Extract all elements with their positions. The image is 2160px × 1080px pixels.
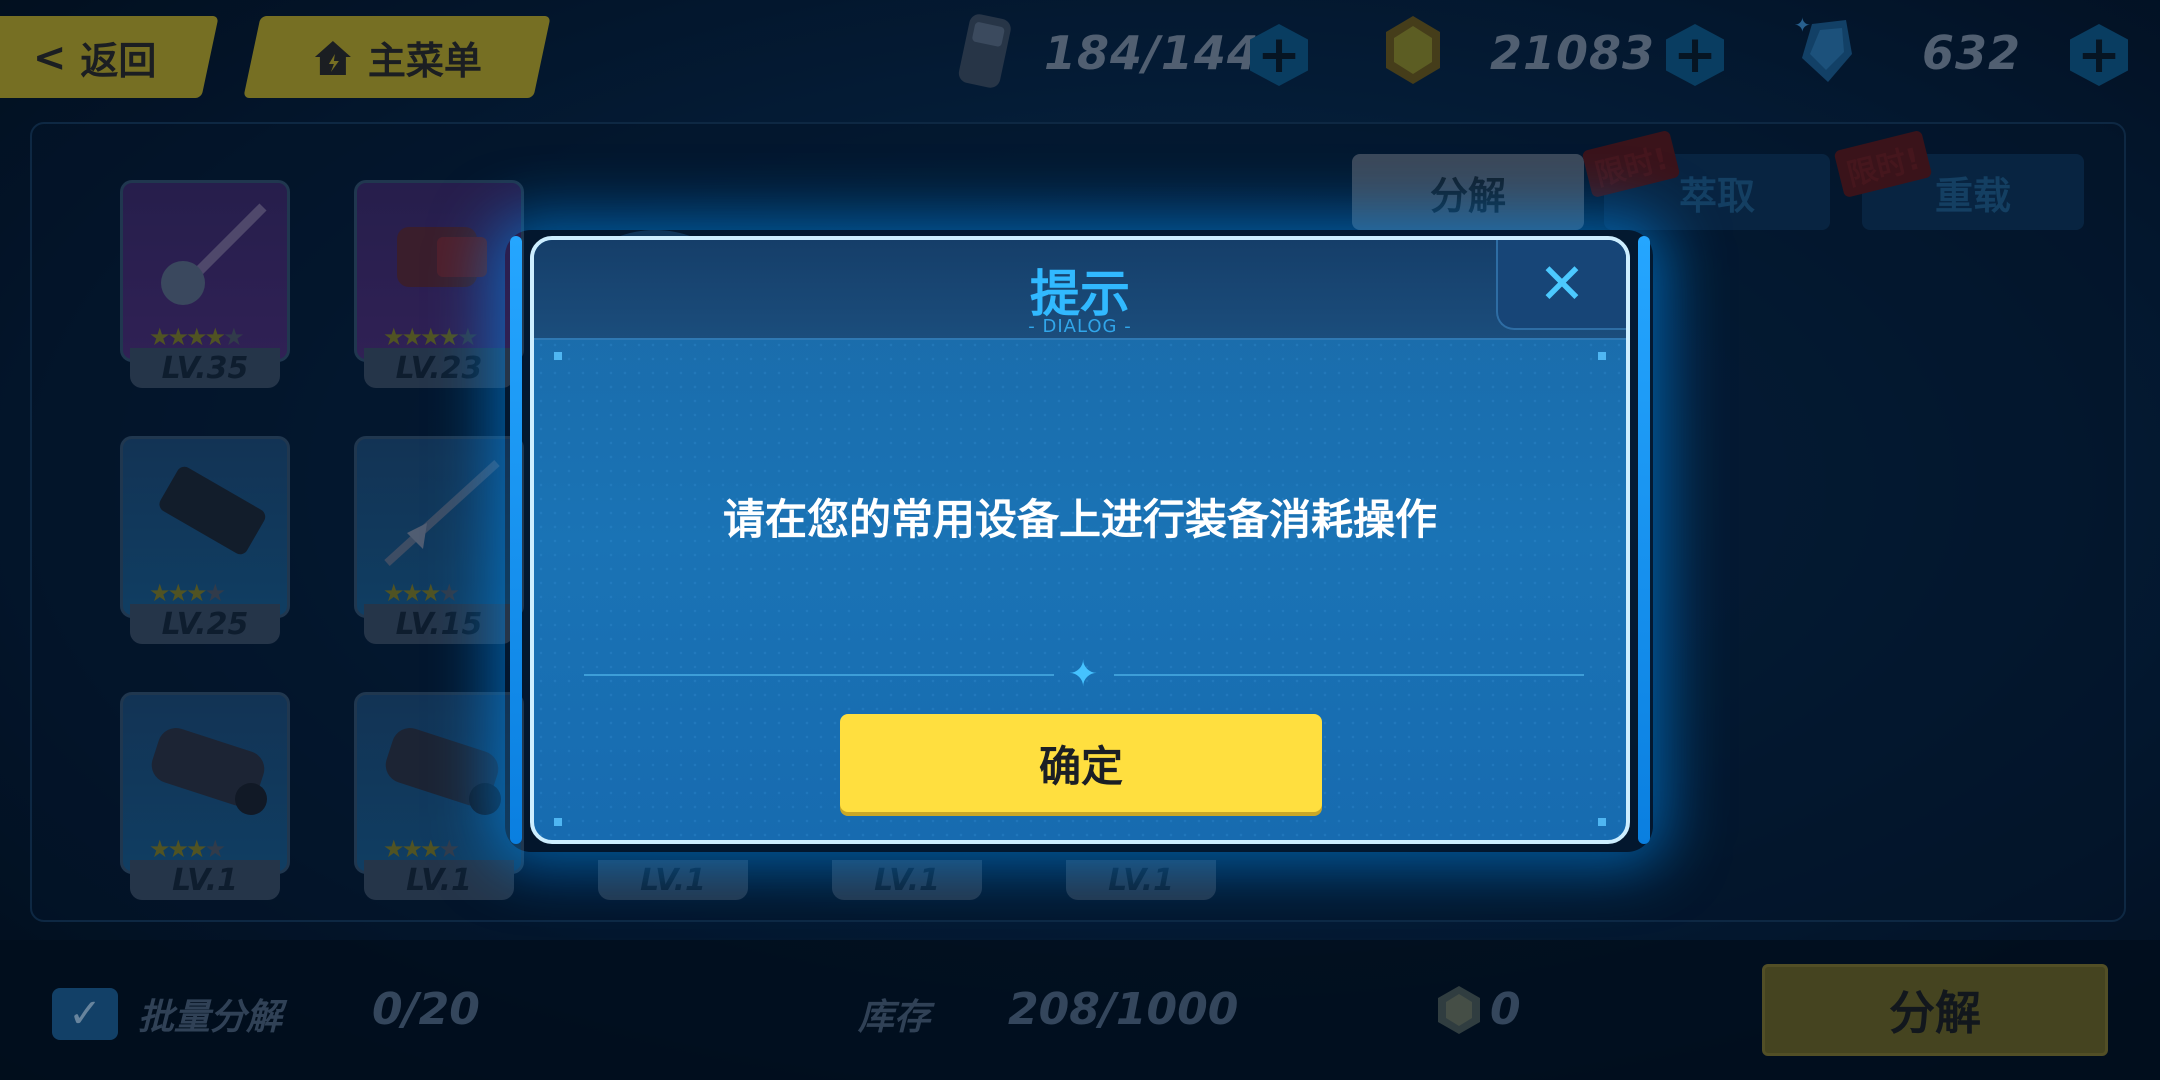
dialog-message: 请在您的常用设备上进行装备消耗操作 — [722, 495, 1437, 544]
confirm-button[interactable]: 确定 — [840, 714, 1322, 812]
divider-line — [1114, 674, 1584, 676]
sparkle-icon: ✦ — [1068, 654, 1099, 695]
hint-dialog: 提示 - DIALOG - ✕ 请在您的常用设备上进行装备消耗操作 ✦ 确定 — [530, 236, 1630, 844]
close-button[interactable]: ✕ — [1496, 240, 1626, 330]
close-icon: ✕ — [1538, 251, 1586, 317]
corner-marker — [554, 352, 562, 360]
dialog-right-accent — [1638, 236, 1650, 844]
corner-marker — [1598, 352, 1606, 360]
dialog-left-accent — [510, 236, 522, 844]
corner-marker — [1598, 818, 1606, 826]
divider-line — [584, 674, 1054, 676]
dialog-subtitle: - DIALOG - — [1028, 316, 1132, 337]
corner-marker — [554, 818, 562, 826]
confirm-label: 确定 — [1038, 741, 1123, 791]
